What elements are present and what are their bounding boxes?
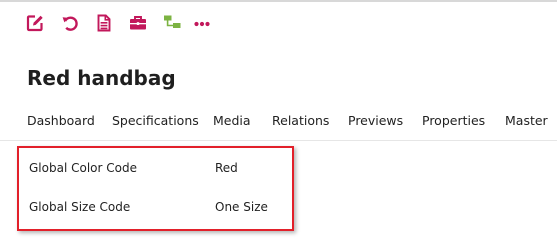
revert-button[interactable] — [61, 14, 79, 34]
attribute-label: Global Size Code — [29, 200, 131, 214]
briefcase-icon — [130, 16, 146, 30]
more-button[interactable] — [193, 14, 211, 34]
page-title: Red handbag — [27, 66, 176, 90]
tab-bar-divider — [0, 140, 557, 141]
top-border — [0, 0, 557, 2]
document-icon — [97, 14, 111, 32]
tab-dashboard[interactable]: Dashboard — [27, 113, 95, 128]
attribute-row: Global Color Code Red — [19, 161, 292, 181]
tab-previews[interactable]: Previews — [348, 113, 403, 128]
tab-bar: Dashboard Specifications Media Relations… — [0, 113, 557, 139]
tab-media[interactable]: Media — [213, 113, 251, 128]
tab-relations[interactable]: Relations — [272, 113, 329, 128]
tab-properties[interactable]: Properties — [422, 113, 485, 128]
attribute-value[interactable]: One Size — [215, 200, 268, 214]
edit-button[interactable] — [26, 14, 44, 34]
revert-icon — [62, 16, 78, 31]
document-button[interactable] — [95, 14, 113, 34]
hierarchy-button[interactable] — [163, 14, 181, 34]
attributes-panel: Global Color Code Red Global Size Code O… — [17, 146, 294, 231]
attribute-label: Global Color Code — [29, 161, 137, 175]
attribute-value[interactable]: Red — [215, 161, 238, 175]
tab-master[interactable]: Master — [505, 113, 548, 128]
hierarchy-icon — [164, 15, 181, 28]
more-icon — [194, 21, 210, 27]
briefcase-button[interactable] — [129, 14, 147, 34]
attribute-row: Global Size Code One Size — [19, 200, 292, 220]
edit-icon — [26, 15, 43, 32]
tab-specifications[interactable]: Specifications — [112, 113, 199, 128]
